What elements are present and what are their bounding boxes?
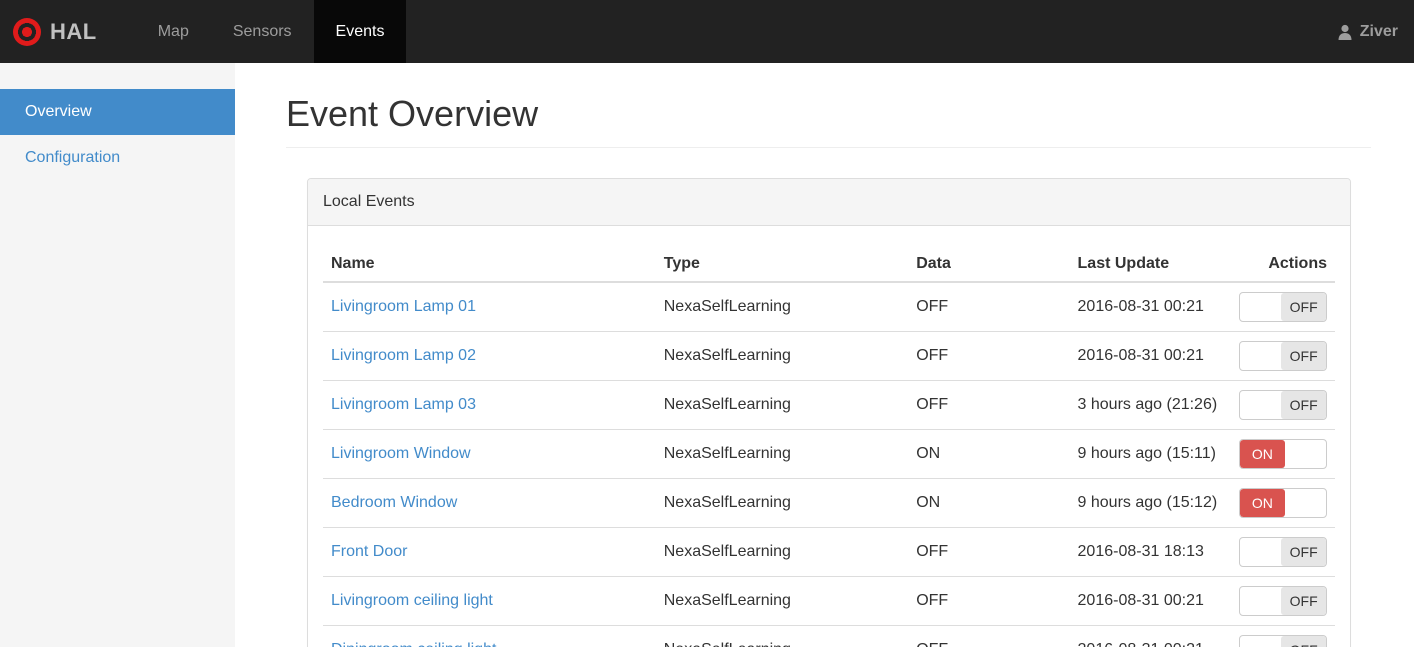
sidebar: Overview Configuration: [0, 63, 235, 647]
event-last-update: 9 hours ago (15:12): [1069, 478, 1231, 528]
event-type: NexaSelfLearning: [655, 576, 909, 626]
event-data: OFF: [908, 576, 1070, 626]
toggle-state-label: OFF: [1281, 391, 1326, 419]
toggle-switch[interactable]: ON: [1239, 488, 1327, 518]
column-header-last-update: Last Update: [1069, 241, 1231, 283]
toggle-switch[interactable]: OFF: [1239, 292, 1327, 322]
event-data: ON: [908, 478, 1070, 528]
event-name-link[interactable]: Livingroom ceiling light: [331, 592, 493, 609]
event-data: OFF: [908, 380, 1070, 430]
sidebar-item-configuration[interactable]: Configuration: [0, 135, 235, 181]
target-logo-icon: [13, 17, 41, 46]
main-content: Event Overview Local Events Name Type Da…: [235, 63, 1414, 647]
event-last-update: 2016-08-31 00:21: [1069, 576, 1231, 626]
nav-item-events[interactable]: Events: [313, 0, 407, 63]
toggle-state-label: OFF: [1281, 538, 1326, 566]
navbar-menu: Map Sensors Events: [136, 0, 407, 63]
event-data: OFF: [908, 625, 1070, 647]
user-menu[interactable]: Ziver: [1320, 0, 1414, 63]
event-type: NexaSelfLearning: [655, 331, 909, 381]
panel-body: Name Type Data Last Update Actions Livin…: [308, 226, 1350, 647]
nav-item-map[interactable]: Map: [136, 0, 211, 63]
event-name-link[interactable]: Livingroom Lamp 01: [331, 298, 476, 315]
event-type: NexaSelfLearning: [655, 380, 909, 430]
page-title: Event Overview: [286, 93, 1371, 148]
event-name-link[interactable]: Front Door: [331, 543, 407, 560]
event-name-link[interactable]: Livingroom Lamp 02: [331, 347, 476, 364]
user-name: Ziver: [1359, 22, 1398, 40]
top-navbar: HAL Map Sensors Events Ziver: [0, 0, 1414, 63]
column-header-data: Data: [908, 241, 1070, 283]
event-data: ON: [908, 429, 1070, 479]
toggle-state-label: ON: [1240, 440, 1285, 468]
column-header-actions: Actions: [1230, 241, 1335, 283]
event-name-link[interactable]: Livingroom Window: [331, 445, 471, 462]
table-header-row: Name Type Data Last Update Actions: [323, 241, 1335, 283]
event-last-update: 3 hours ago (21:26): [1069, 380, 1231, 430]
event-data: OFF: [908, 331, 1070, 381]
local-events-panel: Local Events Name Type Data Last Update …: [307, 178, 1351, 647]
event-data: OFF: [908, 282, 1070, 332]
brand-label: HAL: [50, 18, 97, 44]
toggle-switch[interactable]: OFF: [1239, 537, 1327, 567]
toggle-switch[interactable]: OFF: [1239, 390, 1327, 420]
event-data: OFF: [908, 527, 1070, 577]
toggle-switch[interactable]: OFF: [1239, 586, 1327, 616]
toggle-state-label: OFF: [1281, 587, 1326, 615]
table-row: Bedroom Window NexaSelfLearning ON 9 hou…: [323, 478, 1335, 528]
toggle-switch[interactable]: OFF: [1239, 635, 1327, 647]
table-row: Livingroom Window NexaSelfLearning ON 9 …: [323, 429, 1335, 479]
panel-title: Local Events: [308, 179, 1350, 226]
events-table: Name Type Data Last Update Actions Livin…: [323, 241, 1335, 647]
table-row: Livingroom ceiling light NexaSelfLearnin…: [323, 576, 1335, 626]
toggle-state-label: OFF: [1281, 293, 1326, 321]
event-last-update: 2016-08-31 00:21: [1069, 331, 1231, 381]
toggle-state-label: ON: [1240, 489, 1285, 517]
sidebar-item-overview[interactable]: Overview: [0, 89, 235, 135]
table-row: Diningroom ceiling light NexaSelfLearnin…: [323, 625, 1335, 647]
toggle-switch[interactable]: OFF: [1239, 341, 1327, 371]
event-name-link[interactable]: Diningroom ceiling light: [331, 641, 496, 647]
toggle-state-label: OFF: [1281, 342, 1326, 370]
table-row: Front Door NexaSelfLearning OFF 2016-08-…: [323, 527, 1335, 577]
table-row: Livingroom Lamp 01 NexaSelfLearning OFF …: [323, 282, 1335, 332]
event-name-link[interactable]: Livingroom Lamp 03: [331, 396, 476, 413]
column-header-type: Type: [655, 241, 909, 283]
event-last-update: 2016-08-31 00:21: [1069, 625, 1231, 647]
event-last-update: 9 hours ago (15:11): [1069, 429, 1231, 479]
toggle-switch[interactable]: ON: [1239, 439, 1327, 469]
event-type: NexaSelfLearning: [655, 282, 909, 332]
event-name-link[interactable]: Bedroom Window: [331, 494, 457, 511]
event-type: NexaSelfLearning: [655, 429, 909, 479]
table-row: Livingroom Lamp 02 NexaSelfLearning OFF …: [323, 331, 1335, 381]
event-type: NexaSelfLearning: [655, 527, 909, 577]
toggle-state-label: OFF: [1281, 636, 1326, 647]
nav-item-sensors[interactable]: Sensors: [211, 0, 314, 63]
event-last-update: 2016-08-31 00:21: [1069, 282, 1231, 332]
brand[interactable]: HAL: [0, 0, 112, 63]
table-row: Livingroom Lamp 03 NexaSelfLearning OFF …: [323, 380, 1335, 430]
user-icon: [1338, 24, 1352, 40]
event-type: NexaSelfLearning: [655, 625, 909, 647]
event-type: NexaSelfLearning: [655, 478, 909, 528]
event-last-update: 2016-08-31 18:13: [1069, 527, 1231, 577]
column-header-name: Name: [323, 241, 656, 283]
